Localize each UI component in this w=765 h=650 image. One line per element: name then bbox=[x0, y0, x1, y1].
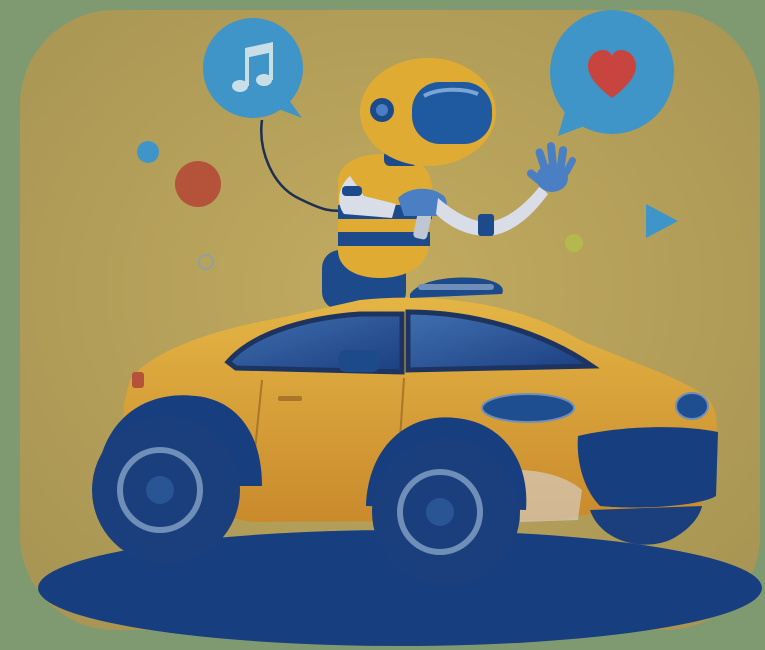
door-handle bbox=[278, 396, 302, 401]
robot-car-illustration bbox=[0, 0, 765, 650]
music-bubble bbox=[203, 18, 303, 118]
headlight-right bbox=[675, 392, 709, 420]
red-circle bbox=[175, 161, 221, 207]
side-mirror bbox=[338, 350, 380, 372]
lime-dot bbox=[565, 234, 583, 252]
robot-right-arm-band bbox=[478, 214, 494, 236]
tail-light bbox=[132, 372, 144, 388]
front-wheel bbox=[372, 438, 520, 586]
rear-wheel bbox=[92, 416, 240, 564]
front-grille bbox=[577, 427, 718, 508]
illustration-stage bbox=[0, 0, 765, 650]
headlight-left bbox=[481, 393, 575, 423]
small-blue-dot bbox=[137, 141, 159, 163]
robot-left-arm-band bbox=[342, 186, 362, 196]
robot-ear-center bbox=[376, 104, 388, 116]
roof-rack-bar bbox=[418, 284, 494, 290]
